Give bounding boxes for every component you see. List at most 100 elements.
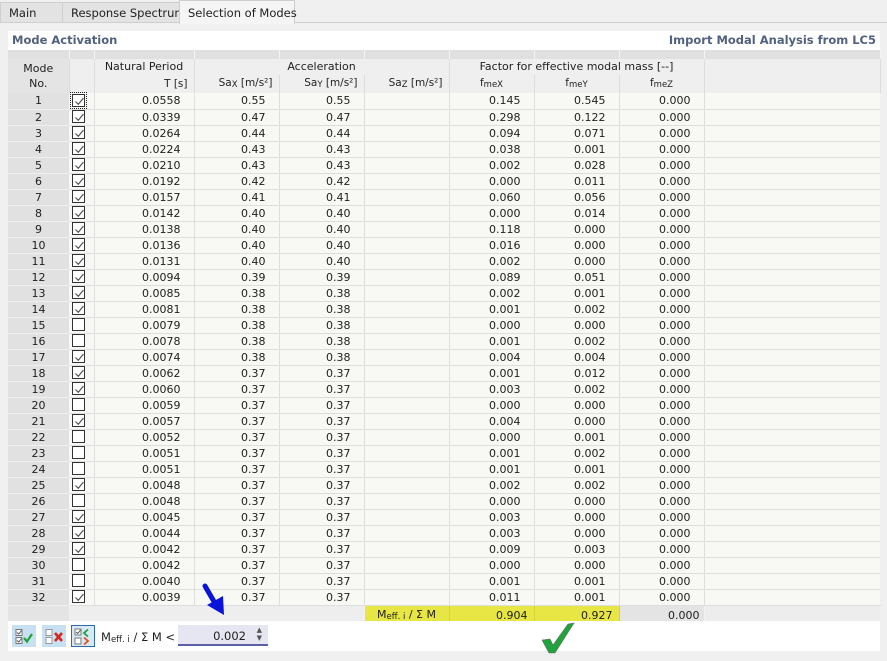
mode-checkbox[interactable] xyxy=(70,91,87,109)
cell-blank xyxy=(704,541,880,558)
mode-checkbox[interactable] xyxy=(72,574,85,587)
select-all-modes-button[interactable] xyxy=(12,625,36,647)
cell-fmey: 0.001 xyxy=(534,573,620,590)
mode-checkbox[interactable] xyxy=(72,334,85,347)
cell-fmez: 0.000 xyxy=(619,349,705,366)
cell-t: 0.0078 xyxy=(94,333,195,350)
cell-saz xyxy=(364,301,450,318)
cell-saz xyxy=(364,557,450,574)
mode-checkbox[interactable] xyxy=(72,510,85,523)
cell-sax: 0.41 xyxy=(194,189,280,206)
tab-selection-of-modes[interactable]: Selection of Modes xyxy=(179,0,297,24)
cell-say: 0.40 xyxy=(279,237,365,254)
mode-checkbox[interactable] xyxy=(72,286,85,299)
cell-saz xyxy=(364,429,450,446)
cell-fmey: 0.001 xyxy=(534,461,620,478)
deselect-all-modes-button[interactable] xyxy=(42,625,66,647)
mode-checkbox[interactable] xyxy=(72,318,85,331)
cell-saz xyxy=(364,349,450,366)
cell-fmey: 0.028 xyxy=(534,157,620,174)
mode-checkbox[interactable] xyxy=(72,206,85,219)
table-row: 17 0.0074 0.38 0.38 0.004 0.004 0.000 xyxy=(8,349,880,366)
mode-checkbox[interactable] xyxy=(72,462,85,475)
mode-checkbox[interactable] xyxy=(72,382,85,395)
cell-blank xyxy=(704,573,880,590)
mode-checkbox[interactable] xyxy=(72,494,85,507)
table-row: 24 0.0051 0.37 0.37 0.001 0.001 0.000 xyxy=(8,461,880,478)
cell-saz xyxy=(364,317,450,334)
filter-modes-toggle[interactable] xyxy=(71,625,95,647)
cell-fmez: 0.000 xyxy=(619,461,705,478)
cell-say: 0.37 xyxy=(279,557,365,574)
cell-blank xyxy=(704,189,880,206)
cell-fmey: 0.003 xyxy=(534,541,620,558)
cell-blank xyxy=(704,237,880,254)
header-fmez-sub: meZ xyxy=(653,80,674,90)
spin-down-icon[interactable]: ▼ xyxy=(257,634,262,642)
table-row: 13 0.0085 0.38 0.38 0.002 0.001 0.000 xyxy=(8,285,880,302)
mode-checkbox[interactable] xyxy=(72,110,85,123)
tab-label: Response Spectrum xyxy=(71,6,186,20)
mode-checkbox[interactable] xyxy=(72,350,85,363)
mode-checkbox[interactable] xyxy=(72,190,85,203)
cell-sax: 0.37 xyxy=(194,477,280,494)
tab-response-spectrum[interactable]: Response Spectrum xyxy=(62,2,186,23)
spinner-arrows: ▲ ▼ xyxy=(257,626,262,642)
mode-checkbox[interactable] xyxy=(72,590,85,603)
spin-up-icon[interactable]: ▲ xyxy=(257,626,262,634)
mode-checkbox[interactable] xyxy=(72,222,85,235)
threshold-value[interactable]: 0.002 xyxy=(213,629,246,643)
mode-checkbox[interactable] xyxy=(72,302,85,315)
mode-activation-cell xyxy=(69,253,95,270)
mode-checkbox[interactable] xyxy=(72,414,85,427)
cell-fmex: 0.004 xyxy=(449,413,535,430)
cell-fmey: 0.004 xyxy=(534,349,620,366)
mode-number: 11 xyxy=(8,253,69,270)
mode-checkbox[interactable] xyxy=(72,254,85,267)
mode-number: 24 xyxy=(8,461,69,478)
table-row: 19 0.0060 0.37 0.37 0.003 0.002 0.000 xyxy=(8,381,880,398)
cell-sax: 0.37 xyxy=(194,397,280,414)
cell-t: 0.0339 xyxy=(94,109,195,126)
mode-checkbox[interactable] xyxy=(72,558,85,571)
mode-checkbox[interactable] xyxy=(72,142,85,155)
cell-t: 0.0057 xyxy=(94,413,195,430)
header-saz-main: Sa xyxy=(388,77,402,89)
cell-saz xyxy=(364,189,450,206)
threshold-spinner[interactable]: 0.002 ▲ ▼ xyxy=(178,625,268,646)
tab-main[interactable]: Main xyxy=(0,2,63,23)
cell-blank xyxy=(704,205,880,222)
mode-activation-cell xyxy=(69,91,95,110)
cell-fmez: 0.000 xyxy=(619,557,705,574)
mode-activation-cell xyxy=(69,525,95,542)
table-row: 18 0.0062 0.37 0.37 0.001 0.012 0.000 xyxy=(8,365,880,382)
mode-activation-cell xyxy=(69,221,95,238)
mode-number: 21 xyxy=(8,413,69,430)
mode-checkbox[interactable] xyxy=(72,526,85,539)
cell-sax: 0.42 xyxy=(194,173,280,190)
mode-checkbox[interactable] xyxy=(72,158,85,171)
cell-say: 0.40 xyxy=(279,253,365,270)
cell-sax: 0.37 xyxy=(194,557,280,574)
header-mode-no: Mode No. xyxy=(8,59,70,93)
cell-fmey: 0.071 xyxy=(534,125,620,142)
mode-checkbox[interactable] xyxy=(72,430,85,443)
cell-t: 0.0085 xyxy=(94,285,195,302)
mode-checkbox[interactable] xyxy=(72,126,85,139)
cell-fmez: 0.000 xyxy=(619,509,705,526)
import-modal-analysis-link[interactable]: Import Modal Analysis from LC5 xyxy=(669,33,876,47)
mode-checkbox[interactable] xyxy=(72,542,85,555)
cell-saz xyxy=(364,269,450,286)
mode-checkbox[interactable] xyxy=(72,446,85,459)
mode-checkbox[interactable] xyxy=(72,398,85,411)
cell-fmex: 0.011 xyxy=(449,589,535,606)
cell-fmez: 0.000 xyxy=(619,141,705,158)
mode-checkbox[interactable] xyxy=(72,238,85,251)
cell-fmey: 0.011 xyxy=(534,173,620,190)
uncheck-all-icon xyxy=(45,629,63,644)
mode-checkbox[interactable] xyxy=(72,366,85,379)
mode-checkbox[interactable] xyxy=(72,174,85,187)
mode-checkbox[interactable] xyxy=(72,270,85,283)
mode-checkbox[interactable] xyxy=(72,478,85,491)
header-sax-main: Sa xyxy=(218,77,232,89)
